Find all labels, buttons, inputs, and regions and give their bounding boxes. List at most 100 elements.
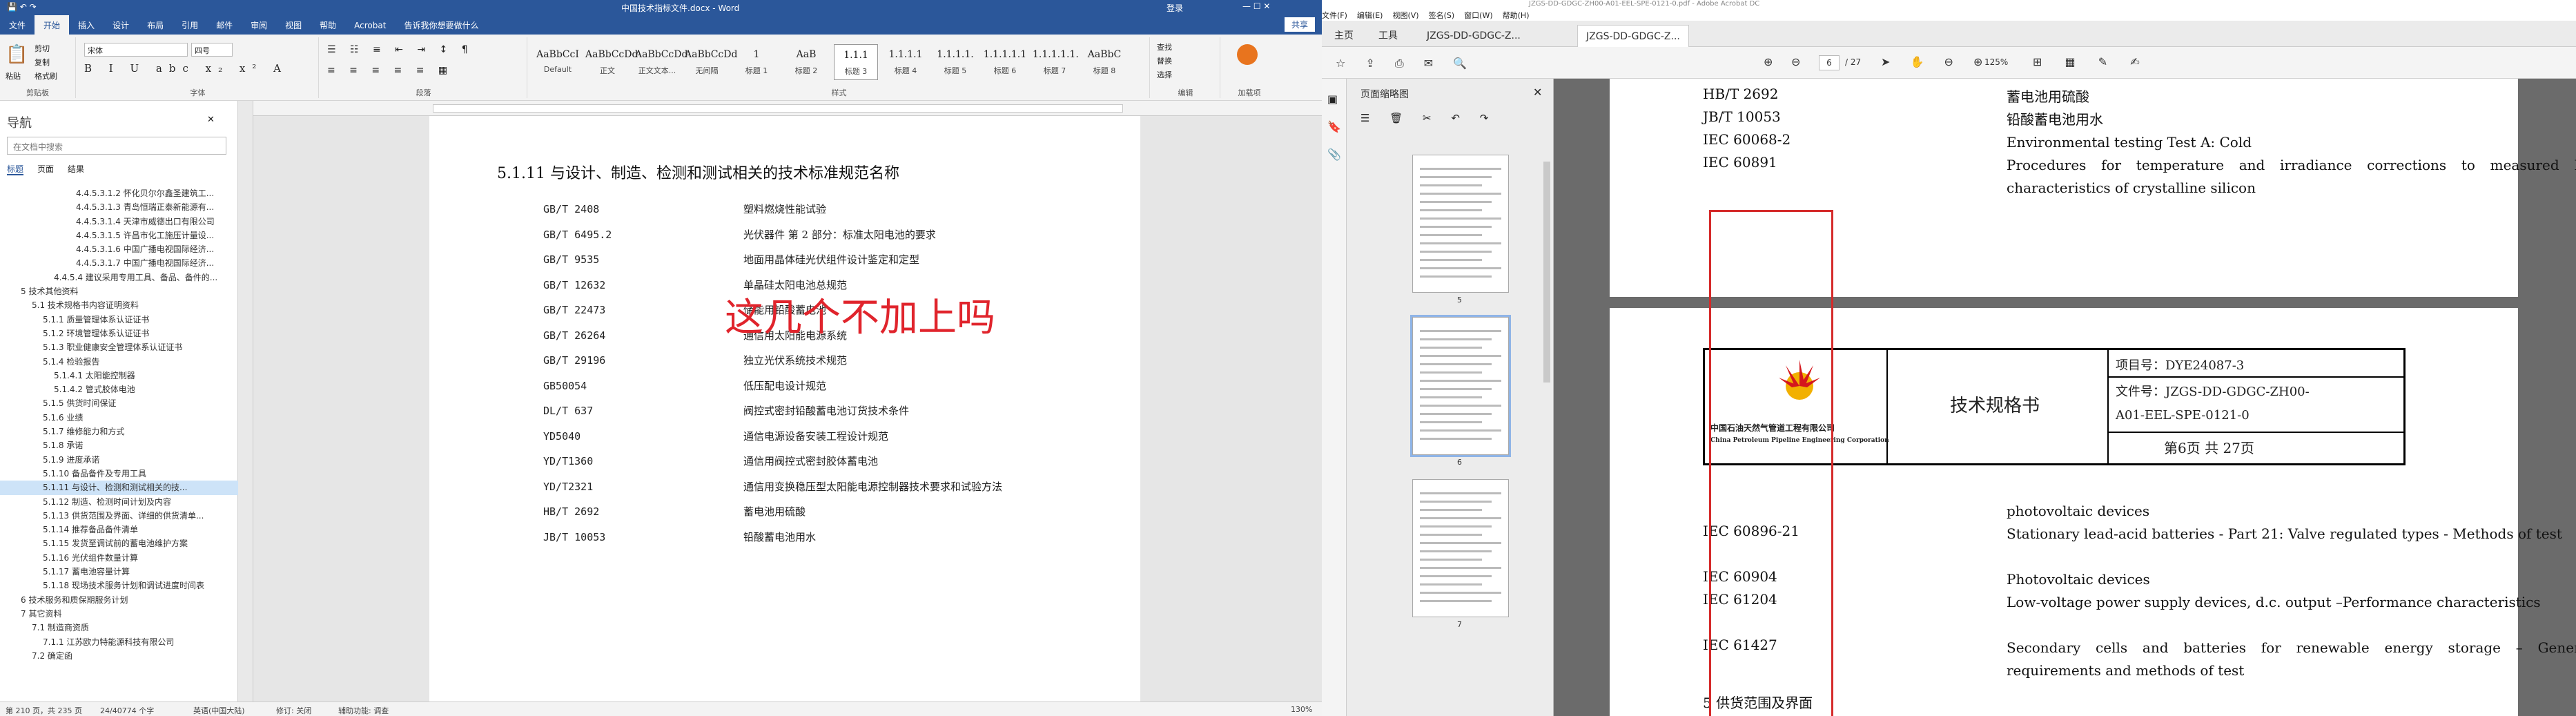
nav-item[interactable]: 5.1.4.2 管式胶体电池: [0, 383, 238, 396]
zoom-select[interactable]: 125%: [1984, 57, 2008, 67]
nav-item[interactable]: 7.1.1 江苏欧力特能源科技有限公司: [0, 635, 238, 649]
nav-item[interactable]: 5.1.4.1 太阳能控制器: [0, 369, 238, 383]
track-changes[interactable]: 修订: 关闭: [276, 705, 311, 716]
nav-item[interactable]: 5.1.8 承诺: [0, 438, 238, 452]
tab-view[interactable]: 视图: [276, 15, 311, 35]
close-icon[interactable]: ✕: [207, 115, 215, 125]
tab-file[interactable]: 文件: [0, 15, 35, 35]
style-item[interactable]: AaBbCcDd 无间隔: [685, 44, 737, 80]
paste-icon[interactable]: 📋: [6, 44, 28, 65]
menu-file[interactable]: 文件(F): [1322, 11, 1347, 20]
share-button[interactable]: 共享: [1284, 17, 1315, 32]
align-buttons[interactable]: ≡ ≡ ≡ ≡ ≡ ▦: [327, 65, 453, 76]
select-button[interactable]: 选择: [1157, 69, 1172, 80]
attachment-icon[interactable]: 📎: [1327, 148, 1341, 161]
tab-acrobat[interactable]: Acrobat: [345, 17, 395, 35]
nav-item[interactable]: 5.1 技术规格书内容证明资料: [0, 298, 238, 312]
thumbnail-tools[interactable]: ☰ 🗑 ✂ ↶ ↷: [1360, 112, 1496, 124]
nav-item[interactable]: 5.1.18 现场技术服务计划和调试进度时间表: [0, 579, 238, 592]
thumbnails-icon[interactable]: ▣: [1327, 93, 1338, 106]
nav-item[interactable]: 5.1.11 与设计、检测和测试相关的技...: [0, 481, 238, 495]
nav-item[interactable]: 4.4.5.4 建议采用专用工具、备品、备件的...: [0, 271, 238, 284]
find-button[interactable]: 查找: [1157, 41, 1172, 52]
close-icon[interactable]: ✕: [1533, 86, 1542, 99]
nav-item[interactable]: 5.1.7 维修能力和方式: [0, 425, 238, 438]
nav-item[interactable]: 4.4.5.3.1.3 青岛恒瑞正泰新能源有...: [0, 200, 238, 214]
zoom-level[interactable]: 130%: [1291, 705, 1312, 714]
paste-button[interactable]: 粘贴: [6, 70, 21, 81]
save-icon[interactable]: 💾 ↶ ↷: [7, 2, 37, 12]
tell-me-search[interactable]: 告诉我你想要做什么: [395, 15, 487, 35]
nav-item[interactable]: 4.4.5.3.1.2 怀化贝尔尔鑫圣建筑工...: [0, 186, 238, 200]
style-item[interactable]: 1.1.1.1.1. 标题 7: [1033, 44, 1079, 80]
nav-item[interactable]: 5.1.6 业绩: [0, 411, 238, 425]
page-thumbnail[interactable]: [1410, 315, 1511, 457]
nav-item[interactable]: 5.1.3 职业健康安全管理体系认证证书: [0, 340, 238, 354]
nav-item[interactable]: 5.1.14 推荐备品备件清单: [0, 523, 238, 536]
menu-edit[interactable]: 编辑(E): [1357, 11, 1383, 20]
view-tools-icons[interactable]: ⊞ ▦ ✎ ✍: [2033, 55, 2149, 68]
tab-help[interactable]: 帮助: [311, 15, 345, 35]
tab-review[interactable]: 审阅: [242, 15, 276, 35]
page-thumbnail[interactable]: [1412, 479, 1509, 617]
thumbnails-scrollbar[interactable]: [1543, 162, 1550, 383]
window-controls[interactable]: — ☐ ✕: [1242, 1, 1270, 11]
nav-tab-headings[interactable]: 标题: [7, 164, 24, 175]
tab-references[interactable]: 引用: [173, 15, 207, 35]
nav-item[interactable]: 5.1.4 检验报告: [0, 355, 238, 369]
nav-item[interactable]: 7 其它资料: [0, 607, 238, 621]
nav-search-input[interactable]: 在文档中搜索: [7, 137, 226, 155]
menu-window[interactable]: 窗口(W): [1464, 11, 1492, 20]
nav-item[interactable]: 5.1.15 发货至调试前的蓄电池维护方案: [0, 536, 238, 550]
font-name-select[interactable]: 宋体: [84, 43, 188, 57]
style-item[interactable]: AaBbC 标题 8: [1082, 44, 1126, 80]
tab-doc-2[interactable]: JZGS-DD-GDGC-Z...: [1577, 25, 1689, 47]
style-item[interactable]: AaBbCcI Default: [536, 44, 580, 80]
replace-button[interactable]: 替换: [1157, 55, 1172, 66]
style-item[interactable]: 1.1.1.1 标题 4: [884, 44, 928, 80]
accessibility[interactable]: 辅助功能: 调查: [338, 705, 389, 716]
page-up-icon[interactable]: ⊕: [1764, 55, 1773, 68]
nav-item[interactable]: 5.1.9 进度承诺: [0, 453, 238, 467]
tab-mailings[interactable]: 邮件: [207, 15, 242, 35]
nav-tab-pages[interactable]: 页面: [37, 164, 54, 174]
nav-item[interactable]: 7.1 制造商资质: [0, 621, 238, 635]
nav-item[interactable]: 5.1.16 光伏组件数量计算: [0, 551, 238, 565]
style-item[interactable]: 1.1.1.1. 标题 5: [933, 44, 977, 80]
bookmark-icon[interactable]: 🔖: [1327, 120, 1341, 133]
file-tools-icons[interactable]: ☆ ⇪ ⎙ ✉ 🔍: [1336, 57, 1475, 70]
tab-layout[interactable]: 布局: [138, 15, 173, 35]
nav-item[interactable]: 4.4.5.3.1.7 中国广播电视国际经济...: [0, 256, 238, 270]
menu-sign[interactable]: 签名(S): [1429, 11, 1455, 20]
cut-button[interactable]: 剪切: [35, 43, 50, 54]
nav-item[interactable]: 5.1.5 供货时间保证: [0, 396, 238, 410]
acrobat-icon[interactable]: [1237, 44, 1258, 65]
nav-item[interactable]: 5.1.12 制造、检测时间计划及内容: [0, 495, 238, 509]
nav-item[interactable]: 6 技术服务和质保期服务计划: [0, 593, 238, 607]
nav-item[interactable]: 5.1.13 供货范围及界面、详细的供货清单...: [0, 509, 238, 523]
page-number-input[interactable]: 6: [1819, 55, 1840, 70]
font-size-select[interactable]: 四号: [191, 43, 233, 57]
style-item[interactable]: 1 标题 1: [734, 44, 779, 80]
tab-tools[interactable]: 工具: [1370, 25, 1406, 47]
style-item[interactable]: AaBbCcDd 正文文本...: [635, 44, 687, 80]
tab-home-acrobat[interactable]: 主页: [1326, 25, 1362, 47]
nav-item[interactable]: 5.1.17 蓄电池容量计算: [0, 565, 238, 579]
style-item[interactable]: 1.1.1.1.1 标题 6: [983, 44, 1027, 80]
style-item[interactable]: AaBbCcDd 正文: [585, 44, 638, 80]
tab-insert[interactable]: 插入: [69, 15, 104, 35]
tab-home[interactable]: 开始: [35, 15, 70, 35]
format-painter-button[interactable]: 格式刷: [35, 70, 57, 81]
font-format-buttons[interactable]: B I U abc x₂ x² A: [84, 62, 288, 75]
nav-item[interactable]: 7.2 确定函: [0, 649, 238, 663]
tab-design[interactable]: 设计: [104, 15, 138, 35]
menu-help[interactable]: 帮助(H): [1503, 11, 1530, 20]
page-thumbnail[interactable]: [1412, 155, 1509, 293]
select-hand-zoom-icons[interactable]: ➤ ✋ ⊖ ⊕: [1881, 55, 1991, 68]
nav-item[interactable]: 4.4.5.3.1.5 许昌市化工施压计量设...: [0, 229, 238, 242]
language[interactable]: 英语(中国大陆): [193, 705, 245, 716]
nav-tab-results[interactable]: 结果: [68, 164, 84, 174]
nav-item[interactable]: 5.1.1 质量管理体系认证证书: [0, 313, 238, 327]
nav-item[interactable]: 4.4.5.3.1.4 天津市威德出口有限公司: [0, 215, 238, 229]
page-down-icon[interactable]: ⊖: [1791, 55, 1800, 68]
